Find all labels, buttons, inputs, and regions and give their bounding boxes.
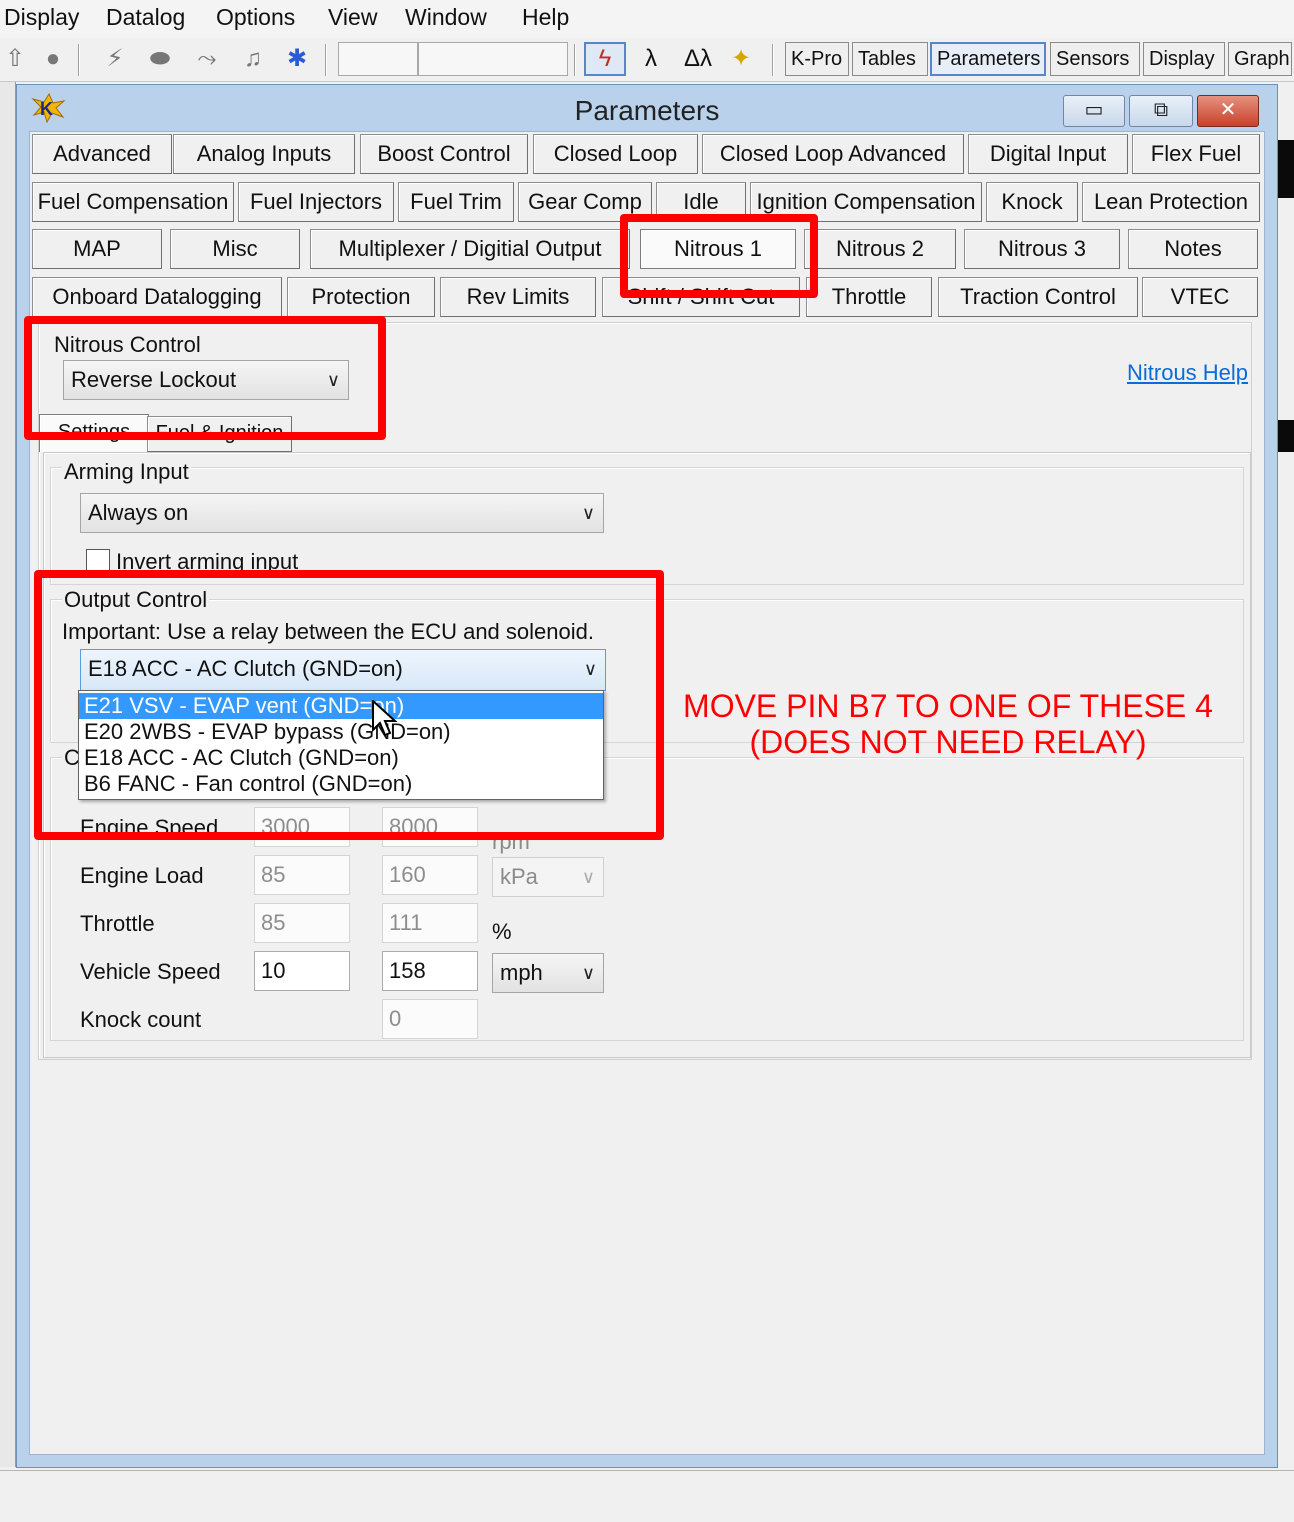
flash-icon[interactable]: ⚡ [100, 44, 130, 74]
vehicle-speed-label: Vehicle Speed [80, 959, 221, 984]
tab-protection[interactable]: Protection [287, 277, 435, 317]
tab-fuel-injectors[interactable]: Fuel Injectors [238, 182, 394, 222]
annotation-line-2: (DOES NOT NEED RELAY) [749, 724, 1147, 760]
toolbar-separator [78, 44, 80, 76]
vehicle-speed-min[interactable]: 10 [254, 951, 350, 991]
route-icon[interactable]: ⤳ [192, 44, 222, 74]
nitrous-help-link[interactable]: Nitrous Help [1127, 360, 1248, 386]
arming-input-select[interactable]: Always on ∨ [80, 493, 604, 533]
tab-closed-loop-advanced[interactable]: Closed Loop Advanced [702, 134, 964, 174]
view-tab-kpro[interactable]: K-Pro [785, 42, 849, 76]
menu-display[interactable]: Display [4, 4, 79, 31]
chevron-down-icon: ∨ [581, 963, 595, 983]
vehicle-speed-unit-select[interactable]: mph ∨ [492, 953, 604, 993]
menu-view[interactable]: View [328, 4, 377, 31]
background-window-left [0, 82, 16, 1467]
tab-closed-loop[interactable]: Closed Loop [533, 134, 698, 174]
tab-map[interactable]: MAP [32, 229, 162, 269]
menu-window[interactable]: Window [405, 4, 487, 31]
status-bar [0, 1470, 1294, 1522]
tab-knock[interactable]: Knock [986, 182, 1078, 222]
person-icon[interactable]: ✦ [726, 44, 756, 74]
toolbar-field-2[interactable] [418, 42, 568, 76]
chevron-down-icon: ∨ [581, 503, 595, 523]
tab-throttle[interactable]: Throttle [806, 277, 932, 317]
window-titlebar[interactable]: K Parameters ▭ ⧉ ✕ [17, 85, 1277, 131]
menu-datalog[interactable]: Datalog [106, 4, 185, 31]
tab-misc[interactable]: Misc [170, 229, 300, 269]
tab-flex-fuel[interactable]: Flex Fuel [1132, 134, 1260, 174]
lambda-icon[interactable]: λ [636, 44, 666, 74]
vehicle-speed-max[interactable]: 158 [382, 951, 478, 991]
minimize-button[interactable]: ▭ [1063, 95, 1125, 127]
annotation-line-1: MOVE PIN B7 TO ONE OF THESE 4 [683, 688, 1213, 724]
background-panel [1277, 140, 1294, 198]
tab-rev-limits[interactable]: Rev Limits [440, 277, 596, 317]
close-button[interactable]: ✕ [1197, 95, 1259, 127]
throttle-min[interactable]: 85 [254, 903, 350, 943]
toolbar-separator [325, 44, 327, 76]
spark-icon[interactable]: ϟ [584, 42, 626, 76]
tab-traction-control[interactable]: Traction Control [938, 277, 1138, 317]
view-tab-display[interactable]: Display [1143, 42, 1225, 76]
toolbar-field-1[interactable] [338, 42, 418, 76]
minimize-icon: ▭ [1084, 99, 1104, 121]
tab-notes[interactable]: Notes [1128, 229, 1258, 269]
engine-load-max[interactable]: 160 [382, 855, 478, 895]
tab-boost-control[interactable]: Boost Control [360, 134, 528, 174]
tab-multiplexer-digital-output[interactable]: Multiplexer / Digitial Output [310, 229, 630, 269]
engine-load-unit: kPa [500, 864, 538, 889]
knock-count-max[interactable]: 0 [382, 999, 478, 1039]
tab-nitrous-2[interactable]: Nitrous 2 [804, 229, 956, 269]
arming-input-label: Arming Input [62, 459, 191, 485]
menu-bar: Display Datalog Options View Window Help [0, 0, 1294, 38]
restore-icon: ⧉ [1153, 99, 1169, 121]
tab-digital-input[interactable]: Digital Input [968, 134, 1128, 174]
throttle-unit: % [492, 919, 512, 944]
dual-lambda-icon[interactable]: Δλ [678, 44, 718, 74]
throttle-max[interactable]: 111 [382, 903, 478, 943]
view-tab-graph[interactable]: Graph [1228, 42, 1292, 76]
tab-onboard-datalogging[interactable]: Onboard Datalogging [32, 277, 282, 317]
menu-options[interactable]: Options [216, 4, 295, 31]
toolbar-separator [574, 44, 576, 76]
arming-input-value: Always on [88, 500, 189, 525]
view-tab-sensors[interactable]: Sensors [1050, 42, 1140, 76]
up-arrow-icon[interactable]: ⇧ [0, 44, 30, 74]
annotation-box-nitrous-tab [620, 214, 818, 298]
background-window-right [1277, 82, 1294, 1467]
annotation-text: MOVE PIN B7 TO ONE OF THESE 4 (DOES NOT … [668, 688, 1228, 760]
tab-nitrous-3[interactable]: Nitrous 3 [964, 229, 1120, 269]
toolbar-separator [772, 44, 774, 76]
menu-help[interactable]: Help [522, 4, 569, 31]
record-icon[interactable]: ● [38, 44, 68, 74]
sound-icon[interactable]: ♫ [238, 44, 268, 74]
annotation-box-output-control [34, 570, 664, 840]
knock-count-label: Knock count [80, 1007, 202, 1032]
view-tab-tables[interactable]: Tables [852, 42, 928, 76]
tab-vtec[interactable]: VTEC [1142, 277, 1258, 317]
toolbar: ⇧ ● ⚡ ⬬ ⤳ ♫ ✱ ϟ λ Δλ ✦ K-Pro Tables Para… [0, 38, 1294, 82]
chevron-down-icon: ∨ [581, 867, 595, 887]
engine-load-unit-select[interactable]: kPa ∨ [492, 857, 604, 897]
bluetooth-icon[interactable]: ✱ [282, 44, 312, 74]
engine-load-label: Engine Load [80, 863, 204, 888]
tab-advanced[interactable]: Advanced [32, 134, 172, 174]
annotation-box-nitrous-control [24, 316, 386, 440]
maximize-button[interactable]: ⧉ [1129, 95, 1193, 127]
connect-icon[interactable]: ⬬ [145, 44, 175, 74]
background-panel [1277, 420, 1294, 452]
close-icon: ✕ [1219, 99, 1237, 121]
tab-analog-inputs[interactable]: Analog Inputs [173, 134, 355, 174]
engine-load-min[interactable]: 85 [254, 855, 350, 895]
vehicle-speed-unit: mph [500, 960, 543, 985]
tab-lean-protection[interactable]: Lean Protection [1082, 182, 1260, 222]
tab-fuel-compensation[interactable]: Fuel Compensation [32, 182, 234, 222]
throttle-label: Throttle [80, 911, 155, 936]
tab-fuel-trim[interactable]: Fuel Trim [398, 182, 514, 222]
view-tab-parameters[interactable]: Parameters [930, 42, 1046, 76]
